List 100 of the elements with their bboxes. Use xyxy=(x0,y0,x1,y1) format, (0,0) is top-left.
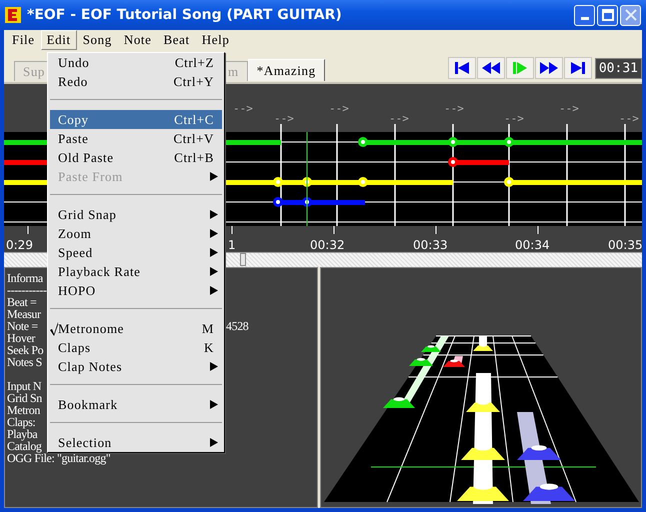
submenu-arrow-icon xyxy=(210,400,218,409)
menu-label: Metronome xyxy=(58,320,126,336)
info-line: Note = xyxy=(7,320,38,332)
beat-marker: --> xyxy=(504,112,524,125)
close-button[interactable] xyxy=(620,4,641,26)
menu-item[interactable]: Note xyxy=(118,30,158,50)
info-value: 4528 xyxy=(226,320,248,332)
info-line: Input N xyxy=(7,380,42,392)
close-icon xyxy=(624,9,636,21)
menu-label: Zoom xyxy=(58,226,92,242)
submenu-arrow-icon xyxy=(210,229,218,238)
beat-marker: --> xyxy=(559,102,579,115)
menu-label: Paste xyxy=(58,130,90,146)
time-label: 0:29 xyxy=(6,238,33,252)
menu-item[interactable]: Song xyxy=(76,30,118,50)
menu-entry[interactable]: Claps K xyxy=(50,338,222,357)
menu-label: Copy xyxy=(58,112,90,128)
shortcut-label: K xyxy=(204,340,214,356)
menu-entry[interactable]: Bookmark xyxy=(50,395,222,414)
menu-label: Playback Rate xyxy=(58,264,142,280)
menu-entry[interactable]: Metronome M xyxy=(50,319,222,338)
window-title: *EOF - EOF Tutorial Song (PART GUITAR) xyxy=(27,7,343,23)
menu-label: Grid Snap xyxy=(58,206,118,222)
time-label: 00:35 xyxy=(608,238,642,252)
menu-entry[interactable]: Speed xyxy=(50,243,222,262)
menu-label: Paste From xyxy=(58,168,124,184)
menu-label: Old Paste xyxy=(58,150,115,166)
menu-label: Clap Notes xyxy=(58,358,124,374)
info-line: Seek Po xyxy=(7,344,44,356)
info-line: OGG File: "guitar.ogg" xyxy=(7,452,110,464)
time-label: 00:33 xyxy=(413,238,448,252)
menu-entry[interactable]: Zoom xyxy=(50,224,222,243)
beat-marker: --> xyxy=(389,112,409,125)
rewind-icon xyxy=(482,62,500,74)
beat-marker: --> xyxy=(233,102,253,115)
time-label: 00:34 xyxy=(515,238,550,252)
time-display: 00:31 xyxy=(594,58,642,78)
beat-marker: --> xyxy=(274,112,294,125)
info-line: Notes S xyxy=(7,356,42,368)
menu-entry[interactable]: Grid Snap xyxy=(50,205,222,224)
menu-entry[interactable]: Paste Ctrl+V xyxy=(50,129,222,148)
tab[interactable]: *Amazing xyxy=(248,59,325,81)
submenu-arrow-icon xyxy=(210,362,218,371)
menu-item[interactable]: Edit xyxy=(40,30,77,50)
shortcut-label: Ctrl+B xyxy=(174,150,214,166)
menu-entry[interactable]: Copy Ctrl+C xyxy=(50,110,222,129)
info-line: Playba xyxy=(7,428,38,440)
menu-entry[interactable]: HOPO xyxy=(50,281,222,300)
menu-entry[interactable]: Selection xyxy=(50,433,222,452)
fast-forward-button[interactable] xyxy=(534,57,563,79)
submenu-arrow-icon xyxy=(210,286,218,295)
play-icon xyxy=(512,62,528,74)
shortcut-label: Ctrl+Y xyxy=(173,74,214,90)
info-line: Claps: xyxy=(7,416,36,428)
scrollbar-thumb[interactable] xyxy=(240,253,246,266)
menu-label: Bookmark xyxy=(58,396,119,412)
menu-label: Undo xyxy=(58,54,90,70)
skip-to-end-button[interactable] xyxy=(564,57,592,79)
submenu-arrow-icon xyxy=(210,172,218,181)
time-label: 00:32 xyxy=(310,238,345,252)
menu-item[interactable]: Help xyxy=(196,30,236,50)
skip-end-icon xyxy=(570,62,586,74)
shortcut-label: M xyxy=(202,320,214,336)
menu-item[interactable]: Beat xyxy=(158,30,196,50)
menu-label: Speed xyxy=(58,244,94,260)
info-line: Grid Sn xyxy=(7,392,42,404)
info-line: Beat = xyxy=(7,296,36,308)
menu-label: Claps xyxy=(58,340,92,356)
menu-entry[interactable]: Playback Rate xyxy=(50,262,222,281)
skip-start-icon xyxy=(454,62,470,74)
minimize-button[interactable] xyxy=(574,4,595,26)
time-label: 1 xyxy=(228,238,236,252)
submenu-arrow-icon xyxy=(210,438,218,447)
submenu-arrow-icon xyxy=(210,210,218,219)
beat-marker: --> xyxy=(329,102,349,115)
info-line: Metron xyxy=(7,404,40,416)
menu-item[interactable]: File xyxy=(6,30,41,50)
menu-entry[interactable]: Clap Notes xyxy=(50,357,222,376)
info-line: Measur xyxy=(7,308,41,320)
fast-forward-icon xyxy=(540,62,558,74)
menu-label: Selection xyxy=(58,434,113,450)
info-line: ----------- xyxy=(7,284,47,296)
maximize-button[interactable] xyxy=(597,4,618,26)
submenu-arrow-icon xyxy=(210,267,218,276)
app-icon xyxy=(5,7,21,23)
info-line: Hover xyxy=(7,332,35,344)
submenu-arrow-icon xyxy=(210,248,218,257)
menu-label: HOPO xyxy=(58,282,97,298)
maximize-icon xyxy=(602,9,614,21)
shortcut-label: Ctrl+V xyxy=(173,130,214,146)
rewind-button[interactable] xyxy=(476,57,505,79)
minimize-icon xyxy=(580,16,588,20)
menu-entry[interactable]: Old Paste Ctrl+B xyxy=(50,148,222,167)
beat-marker: --> xyxy=(444,102,464,115)
menu-label: Redo xyxy=(58,74,89,90)
skip-to-start-button[interactable] xyxy=(448,57,476,79)
info-line: Informa xyxy=(7,272,43,284)
shortcut-label: Ctrl+Z xyxy=(174,54,214,70)
beat-marker: --> xyxy=(619,112,639,125)
shortcut-label: Ctrl+C xyxy=(174,112,214,128)
